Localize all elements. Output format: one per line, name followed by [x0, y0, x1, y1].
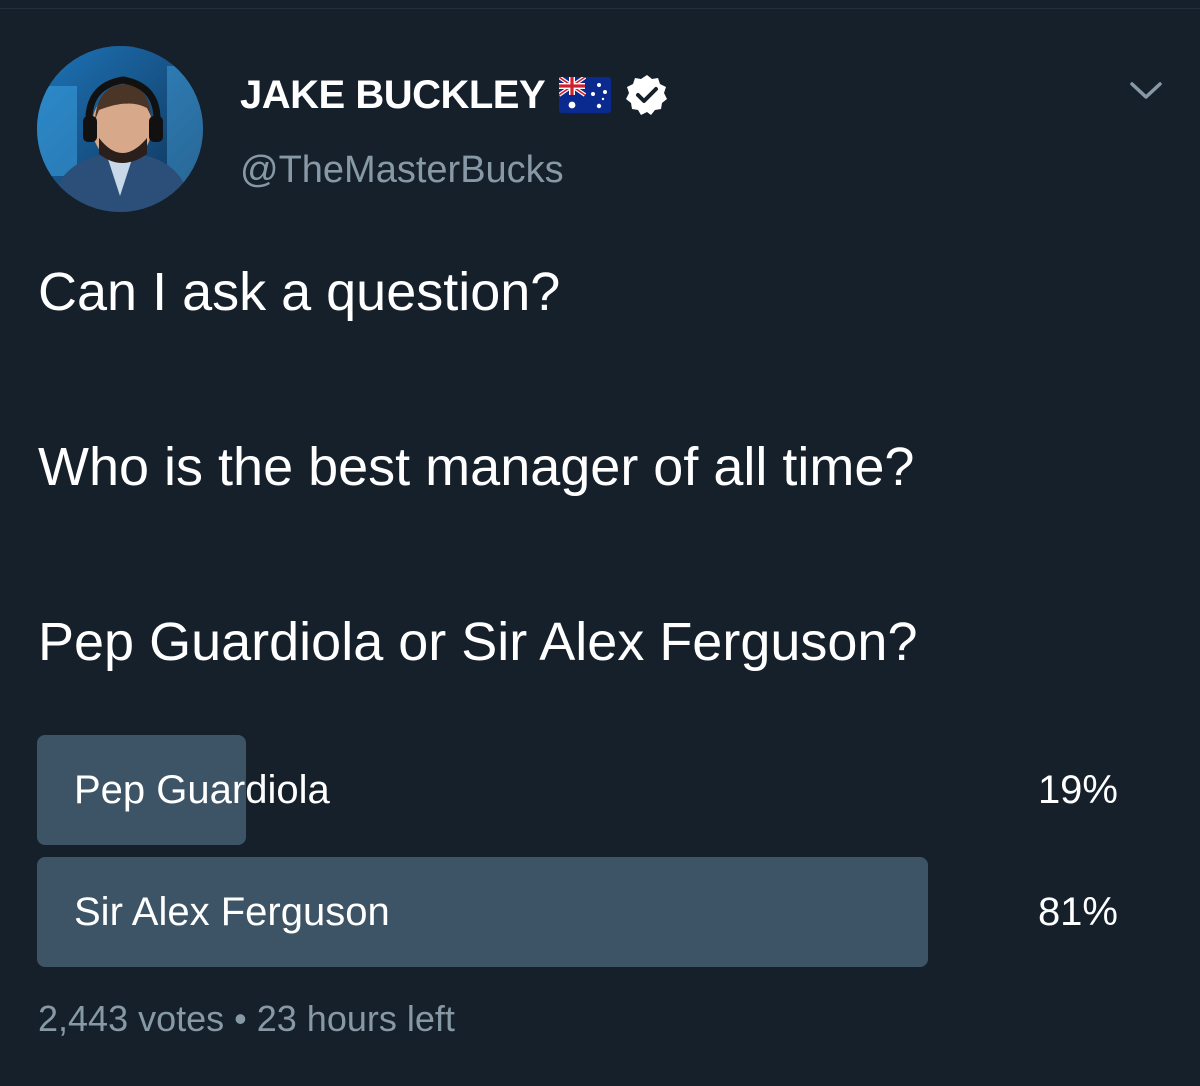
- poll-option[interactable]: Sir Alex Ferguson 81%: [37, 857, 1137, 967]
- chevron-down-icon[interactable]: [1126, 74, 1166, 106]
- poll: Pep Guardiola 19% Sir Alex Ferguson 81%: [37, 735, 1137, 979]
- poll-footer: 2,443 votes • 23 hours left: [38, 996, 455, 1042]
- verified-badge-icon: [625, 73, 669, 117]
- australia-flag-icon: [558, 75, 612, 113]
- tweet-line: Can I ask a question?: [38, 262, 561, 322]
- author-handle[interactable]: @TheMasterBucks: [240, 146, 564, 194]
- top-divider: [0, 0, 1200, 9]
- poll-option-percent: 19%: [1037, 768, 1118, 812]
- tweet-line: Who is the best manager of all time?: [38, 437, 915, 497]
- avatar-image: [37, 46, 203, 212]
- poll-vote-count: 2,443 votes: [38, 998, 225, 1039]
- avatar[interactable]: [37, 46, 203, 212]
- author-name-row: JAKE BUCKLEY: [240, 70, 669, 120]
- poll-option-label: Pep Guardiola: [74, 768, 330, 812]
- poll-option-label: Sir Alex Ferguson: [74, 890, 390, 934]
- poll-option[interactable]: Pep Guardiola 19%: [37, 735, 1137, 845]
- tweet-text: Can I ask a question? Who is the best ma…: [38, 262, 1168, 672]
- display-name[interactable]: JAKE BUCKLEY: [240, 70, 546, 120]
- poll-time-left: 23 hours left: [256, 998, 455, 1039]
- separator-dot: •: [234, 998, 247, 1039]
- tweet-line: Pep Guardiola or Sir Alex Ferguson?: [38, 612, 918, 672]
- poll-option-percent: 81%: [1037, 890, 1118, 934]
